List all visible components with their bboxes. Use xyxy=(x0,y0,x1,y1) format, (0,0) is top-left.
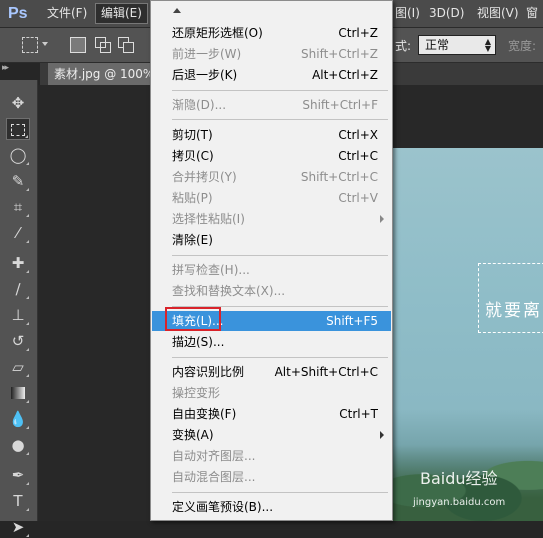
submenu-arrow-icon xyxy=(380,431,384,439)
menu-file[interactable]: 文件(F) xyxy=(42,4,92,23)
menu-separator xyxy=(172,119,388,120)
history-brush-tool-icon[interactable]: ↺ xyxy=(6,330,30,352)
style-label: 式: xyxy=(395,39,412,53)
lasso-tool-icon[interactable]: ◯ xyxy=(6,144,30,166)
menu-item-cut[interactable]: 剪切(T) Ctrl+X xyxy=(152,125,391,145)
menu-item-undo[interactable]: 还原矩形选框(O) Ctrl+Z xyxy=(152,23,391,43)
chevron-down-icon[interactable] xyxy=(42,42,48,46)
photoshop-logo: Ps xyxy=(8,5,28,22)
path-selection-tool-icon[interactable]: ➤ xyxy=(6,516,30,538)
menu-window[interactable]: 窗 xyxy=(521,4,543,23)
menu-item-copy-merged[interactable]: 合并拷贝(Y) Shift+Ctrl+C xyxy=(152,167,391,187)
menu-item-puppet-warp[interactable]: 操控变形 xyxy=(152,383,391,403)
menu-item-auto-blend-layers[interactable]: 自动混合图层... xyxy=(152,467,391,487)
menu-item-transform[interactable]: 变换(A) xyxy=(152,425,391,445)
subtract-from-selection-icon[interactable] xyxy=(118,37,134,53)
select-arrows-icon: ▲ ▼ xyxy=(484,37,491,53)
menu-separator xyxy=(172,492,388,493)
collapse-panel-icon[interactable]: ▸▸ xyxy=(2,63,9,73)
crop-tool-icon[interactable]: ⌗ xyxy=(6,196,30,218)
menu-item-paste-special[interactable]: 选择性粘贴(I) xyxy=(152,209,391,229)
menu-item-paste[interactable]: 粘贴(P) Ctrl+V xyxy=(152,188,391,208)
menu-item-stroke[interactable]: 描边(S)... xyxy=(152,332,391,352)
menu-item-free-transform[interactable]: 自由变换(F) Ctrl+T xyxy=(152,404,391,424)
brush-tool-icon[interactable]: ∕ xyxy=(6,278,30,300)
menu-separator xyxy=(172,357,388,358)
scroll-up-arrow-icon[interactable] xyxy=(173,8,181,13)
edit-menu-dropdown: 还原矩形选框(O) Ctrl+Z 前进一步(W) Shift+Ctrl+Z 后退一步… xyxy=(150,0,393,521)
style-select[interactable]: 正常 ▲ ▼ xyxy=(418,35,496,55)
menu-item-find-replace[interactable]: 查找和替换文本(X)... xyxy=(152,281,391,301)
menu-item-clear[interactable]: 清除(E) xyxy=(152,230,391,250)
submenu-arrow-icon xyxy=(380,215,384,223)
menu-item-content-aware-scale[interactable]: 内容识别比例 Alt+Shift+Ctrl+C xyxy=(152,362,391,382)
menu-item-step-backward[interactable]: 后退一步(K) Alt+Ctrl+Z xyxy=(152,65,391,85)
watermark-logo: Baidu经验 xyxy=(420,469,498,488)
type-tool-icon[interactable]: T xyxy=(6,490,30,512)
blur-tool-icon[interactable]: 💧 xyxy=(6,408,30,430)
add-to-selection-icon[interactable] xyxy=(95,37,111,53)
menu-item-auto-align-layers[interactable]: 自动对齐图层... xyxy=(152,446,391,466)
menu-item-check-spelling[interactable]: 拼写检查(H)... xyxy=(152,260,391,280)
width-label: 宽度: xyxy=(508,39,537,53)
rectangular-marquee-tool-icon[interactable] xyxy=(6,118,30,140)
watermark-url: jingyan.baidu.com xyxy=(413,497,506,508)
annotation-highlight-box xyxy=(165,307,221,331)
pen-tool-icon[interactable]: ✒ xyxy=(6,464,30,486)
eraser-tool-icon[interactable]: ▱ xyxy=(6,356,30,378)
menu-3d[interactable]: 3D(D) xyxy=(424,4,469,23)
quick-selection-tool-icon[interactable]: ✎ xyxy=(6,170,30,192)
healing-brush-tool-icon[interactable]: ✚ xyxy=(6,252,30,274)
gradient-tool-icon[interactable] xyxy=(6,382,30,404)
menu-item-fade[interactable]: 渐隐(D)... Shift+Ctrl+F xyxy=(152,95,391,115)
dodge-tool-icon[interactable]: ● xyxy=(6,434,30,456)
new-selection-icon[interactable] xyxy=(70,37,86,53)
menu-item-copy[interactable]: 拷贝(C) Ctrl+C xyxy=(152,146,391,166)
move-tool-icon[interactable]: ✥ xyxy=(6,92,30,114)
menu-separator xyxy=(172,90,388,91)
image-text: 就要离 xyxy=(485,301,542,321)
menu-item-define-brush-preset[interactable]: 定义画笔预设(B)... xyxy=(152,497,391,517)
menu-image[interactable]: 图(I) xyxy=(390,4,425,23)
menu-separator xyxy=(172,255,388,256)
tools-panel: ✥ ◯ ✎ ⌗ ⁄ ✚ ∕ ⊥ ↺ ▱ 💧 ● ✒ T ➤ xyxy=(0,80,38,537)
rectangular-marquee-preset-icon[interactable] xyxy=(22,37,38,53)
clone-stamp-tool-icon[interactable]: ⊥ xyxy=(6,304,30,326)
style-select-value: 正常 xyxy=(425,38,450,52)
menu-item-step-forward[interactable]: 前进一步(W) Shift+Ctrl+Z xyxy=(152,44,391,64)
eyedropper-tool-icon[interactable]: ⁄ xyxy=(6,222,30,244)
menu-view[interactable]: 视图(V) xyxy=(472,4,524,23)
menu-edit[interactable]: 编辑(E) xyxy=(95,3,148,24)
